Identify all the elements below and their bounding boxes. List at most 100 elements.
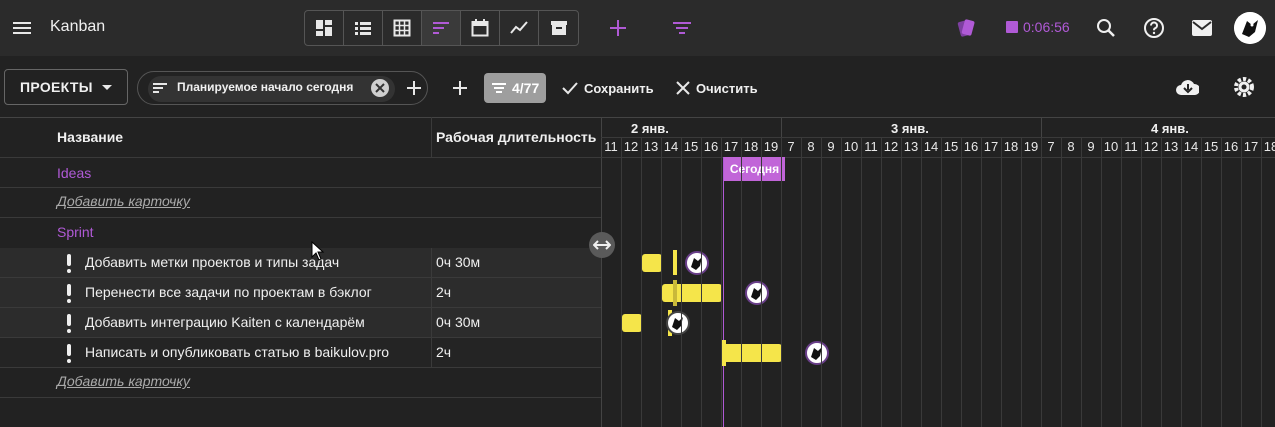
gantt-hour-label: 19	[763, 139, 779, 154]
mail-icon[interactable]	[1190, 16, 1214, 40]
gantt-hour-gridline	[1061, 137, 1062, 427]
cards-icon[interactable]	[954, 16, 978, 40]
gantt-day-divider	[1041, 117, 1042, 137]
timer-stop-icon[interactable]	[1006, 21, 1018, 33]
gantt-marker[interactable]	[722, 340, 726, 366]
priority-icon	[67, 342, 71, 364]
gantt-hour-gridline	[781, 137, 782, 427]
gantt-hour-gridline	[1241, 137, 1242, 427]
group-name-ideas[interactable]: Ideas	[57, 165, 91, 181]
add-icon[interactable]	[606, 16, 630, 40]
gantt-day-label: 4 янв.	[1151, 121, 1189, 136]
menu-icon[interactable]	[10, 16, 34, 40]
gantt-hour-label: 18	[743, 139, 759, 154]
gantt-hour-gridline	[1221, 137, 1222, 427]
table-row[interactable]: Добавить метки проектов и типы задач 0ч …	[0, 248, 601, 278]
column-header-duration[interactable]: Рабочая длительность	[436, 117, 596, 157]
add-card-link[interactable]: Добавить карточку	[57, 373, 190, 389]
task-name[interactable]: Перенести все задачи по проектам в бэкло…	[85, 284, 372, 300]
gantt-bar[interactable]	[642, 254, 662, 272]
assignee-avatar[interactable]	[805, 341, 829, 365]
filter-count-icon	[492, 83, 506, 93]
column-divider	[431, 117, 432, 157]
save-filter-button[interactable]: Сохранить	[562, 75, 654, 101]
gantt-hour-label: 17	[983, 139, 999, 154]
today-line	[723, 157, 724, 427]
gantt-hour-gridline	[701, 137, 702, 427]
gantt-hour-label: 11	[864, 139, 878, 154]
gantt-day-label: 2 янв.	[631, 121, 669, 136]
gantt-hour-label: 12	[883, 139, 899, 154]
add-card-link[interactable]: Добавить карточку	[57, 193, 190, 209]
priority-icon	[67, 252, 71, 274]
remove-filter-icon[interactable]	[368, 76, 392, 100]
gantt-hour-label: 15	[683, 139, 699, 154]
active-filter-label: Планируемое начало сегодня	[177, 80, 354, 94]
gantt-day-divider	[781, 117, 782, 137]
assignee-avatar[interactable]	[745, 281, 769, 305]
gantt-hour-label: 13	[1163, 139, 1179, 154]
add-card-row: Добавить карточку	[0, 187, 601, 217]
priority-icon	[67, 282, 71, 304]
pane-resize-handle[interactable]	[589, 232, 615, 258]
gantt-bar[interactable]	[662, 284, 722, 302]
group-name-sprint[interactable]: Sprint	[57, 224, 94, 240]
column-header-name[interactable]: Название	[57, 117, 123, 157]
settings-gear-icon[interactable]	[1232, 75, 1256, 99]
user-avatar[interactable]	[1234, 12, 1266, 44]
gantt-hour-label: 8	[807, 139, 815, 154]
gantt-hour-gridline	[1181, 137, 1182, 427]
gantt-hour-gridline	[761, 137, 762, 427]
clear-filter-label: Очистить	[696, 80, 758, 96]
gantt-hour-gridline	[841, 137, 842, 427]
filter-count-badge[interactable]: 4/77	[484, 73, 546, 103]
task-name[interactable]: Добавить интеграцию Kaiten с календарём	[85, 314, 365, 330]
search-icon[interactable]	[1094, 16, 1118, 40]
column-divider	[431, 248, 432, 368]
task-name[interactable]: Написать и опубликовать статью в baikulo…	[85, 344, 389, 360]
table-row[interactable]: Написать и опубликовать статью в baikulo…	[0, 338, 601, 368]
calendar-view-icon[interactable]	[461, 11, 500, 45]
gantt-hour-gridline	[1261, 137, 1262, 427]
gantt-marker[interactable]	[673, 280, 677, 306]
projects-label: ПРОЕКТЫ	[20, 79, 93, 95]
list-view-icon[interactable]	[344, 11, 383, 45]
gantt-bar[interactable]	[722, 344, 782, 362]
board-view-icon[interactable]	[305, 11, 344, 45]
cloud-download-icon[interactable]	[1175, 75, 1199, 99]
assignee-avatar[interactable]	[666, 311, 690, 335]
projects-dropdown[interactable]: ПРОЕКТЫ	[4, 69, 128, 105]
priority-icon	[67, 312, 71, 334]
help-icon[interactable]	[1142, 16, 1166, 40]
gantt-hour-gridline	[801, 137, 802, 427]
timer-value[interactable]: 0:06:56	[1023, 19, 1070, 35]
table-view-icon[interactable]	[383, 11, 422, 45]
gantt-hour-label: 13	[643, 139, 659, 154]
add-filter-icon[interactable]	[448, 76, 472, 100]
gantt-hour-label: 17	[1243, 139, 1259, 154]
add-filter-condition-icon[interactable]	[402, 76, 426, 100]
gantt-hour-label: 17	[723, 139, 739, 154]
gantt-hour-label: 9	[1087, 139, 1095, 154]
gantt-bar[interactable]	[622, 314, 642, 332]
task-name[interactable]: Добавить метки проектов и типы задач	[85, 254, 339, 270]
today-label: Сегодня	[724, 157, 785, 181]
filter-icon[interactable]	[670, 16, 694, 40]
clear-filter-button[interactable]: Очистить	[676, 75, 758, 101]
assignee-avatar[interactable]	[685, 251, 709, 275]
gantt-view-icon[interactable]	[422, 11, 461, 45]
gantt-marker[interactable]	[673, 250, 677, 275]
gantt-table: Название Рабочая длительность Ideas Доба…	[0, 117, 1275, 427]
group-row: Ideas	[0, 158, 601, 188]
gantt-day-label: 3 янв.	[891, 121, 929, 136]
gantt-hour-gridline	[901, 137, 902, 427]
table-row[interactable]: Добавить интеграцию Kaiten с календарём …	[0, 308, 601, 338]
gantt-hour-gridline	[961, 137, 962, 427]
table-row[interactable]: Перенести все задачи по проектам в бэкло…	[0, 278, 601, 308]
chart-view-icon[interactable]	[500, 11, 539, 45]
gantt-header-divider	[601, 137, 1275, 138]
add-card-row: Добавить карточку	[0, 368, 601, 398]
gantt-hour-label: 12	[1143, 139, 1159, 154]
gantt-hour-gridline	[1021, 137, 1022, 427]
archive-view-icon[interactable]	[539, 11, 578, 45]
